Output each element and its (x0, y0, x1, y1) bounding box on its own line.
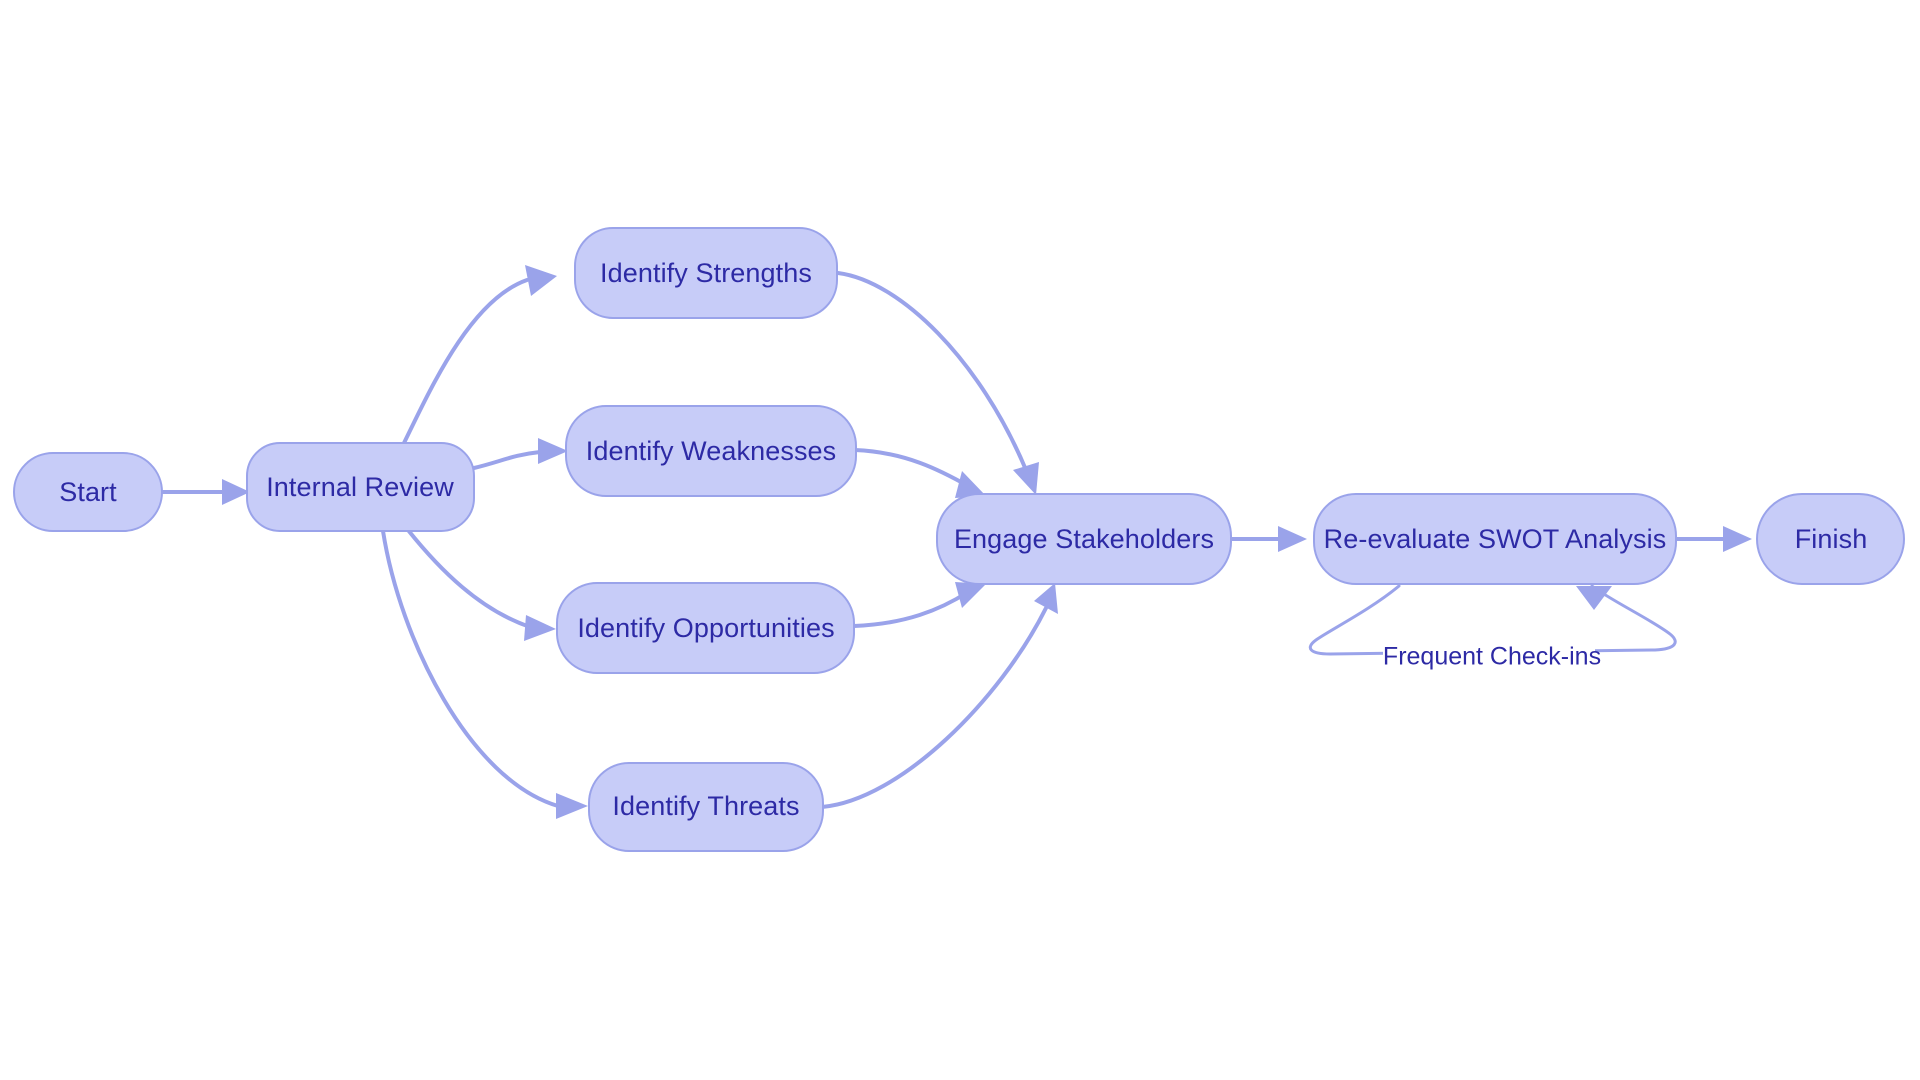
node-engage-stakeholders[interactable]: Engage Stakeholders (936, 493, 1232, 585)
edge-internal-review-to-identify-strengths (402, 265, 557, 445)
node-label: Identify Strengths (600, 258, 812, 288)
flowchart-svg: Start Internal Review Identify Strengths… (13, 227, 1905, 852)
arrowhead-icon (556, 793, 588, 819)
node-identify-opportunities[interactable]: Identify Opportunities (556, 582, 855, 674)
edge-line (852, 590, 970, 628)
edge-line (836, 271, 1028, 472)
node-start[interactable]: Start (13, 452, 163, 532)
node-label: Internal Review (266, 472, 454, 502)
node-label: Identify Opportunities (577, 613, 834, 643)
edge-identify-strengths-to-engage-stakeholders (836, 271, 1039, 495)
node-internal-review[interactable]: Internal Review (246, 442, 475, 532)
edge-line (472, 450, 542, 470)
arrowhead-icon (955, 582, 986, 608)
edge-identify-threats-to-engage-stakeholders (820, 583, 1058, 809)
edge-line (402, 278, 529, 445)
edge-internal-review-to-identify-weaknesses (472, 438, 568, 470)
node-identify-weaknesses[interactable]: Identify Weaknesses (565, 405, 857, 497)
flowchart-canvas: Start Internal Review Identify Strengths… (0, 0, 1920, 1080)
edge-reevaluate-swot-to-finish (1674, 526, 1752, 552)
arrowhead-icon (1013, 462, 1039, 495)
edge-line (381, 529, 560, 808)
arrowhead-icon (222, 479, 250, 505)
edge-label-frequent-check-ins: Frequent Check-ins (1383, 639, 1601, 671)
edge-identify-weaknesses-to-engage-stakeholders (853, 448, 986, 498)
edge-start-to-internal-review (160, 479, 250, 505)
node-identify-strengths[interactable]: Identify Strengths (574, 227, 838, 319)
node-label: Engage Stakeholders (954, 524, 1214, 554)
arrowhead-icon (1278, 526, 1307, 552)
edge-label-text: Frequent Check-ins (1383, 643, 1601, 671)
arrowhead-icon (538, 438, 568, 464)
edge-line (853, 448, 972, 489)
node-label: Start (59, 477, 117, 507)
arrowhead-icon (525, 265, 557, 296)
node-reevaluate-swot[interactable]: Re-evaluate SWOT Analysis (1313, 493, 1677, 585)
edge-line (406, 528, 532, 629)
node-label: Finish (1795, 524, 1868, 554)
node-identify-threats[interactable]: Identify Threats (588, 762, 824, 852)
edge-internal-review-to-identify-opportunities (406, 528, 556, 641)
arrowhead-icon (1576, 586, 1612, 610)
edge-identify-opportunities-to-engage-stakeholders (852, 582, 986, 628)
edge-engage-stakeholders-to-reevaluate-swot (1229, 526, 1307, 552)
node-label: Identify Threats (612, 791, 799, 821)
edge-internal-review-to-identify-threats (381, 529, 588, 819)
arrowhead-icon (1723, 526, 1752, 552)
edge-line (820, 606, 1048, 809)
node-label: Re-evaluate SWOT Analysis (1324, 524, 1667, 554)
node-finish[interactable]: Finish (1756, 493, 1905, 585)
arrowhead-icon (524, 615, 556, 641)
node-label: Identify Weaknesses (586, 436, 837, 466)
